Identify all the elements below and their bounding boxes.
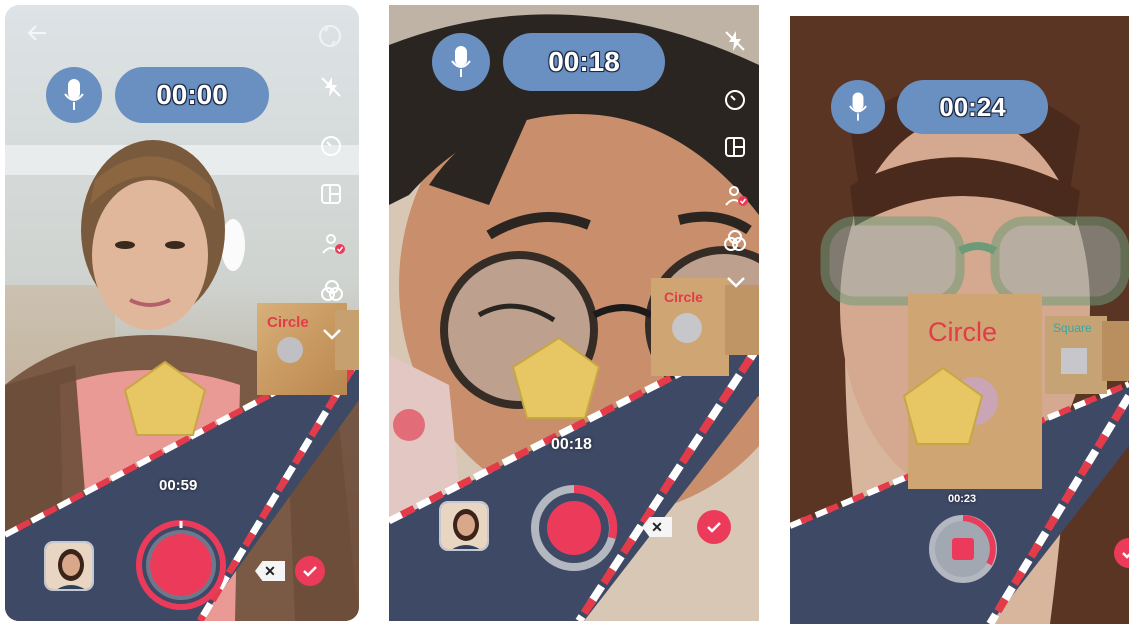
countdown-label: 00:59 <box>159 477 198 494</box>
camera-screen-2: Circle 00:18 00:18 ✕ <box>389 5 759 621</box>
microphone-icon <box>451 46 471 77</box>
back-arrow-icon[interactable] <box>23 19 51 47</box>
speed-timer-icon[interactable] <box>721 85 749 113</box>
checkmark-icon <box>1122 552 1129 559</box>
camera-screen-1: Circle 00:00 00:59 ✕ <box>5 5 359 621</box>
recording-timer: 00:00 <box>115 67 269 123</box>
layout-grid-icon[interactable] <box>721 133 749 161</box>
block-label: Circle <box>928 317 998 347</box>
record-button[interactable] <box>135 519 227 611</box>
chevron-down-icon[interactable] <box>318 320 346 348</box>
chevron-down-icon[interactable] <box>722 268 750 296</box>
filters-icon[interactable] <box>318 277 346 305</box>
block-label: Circle <box>664 289 703 305</box>
recording-timer: 00:18 <box>503 33 665 91</box>
filters-icon[interactable] <box>721 227 749 255</box>
microphone-icon <box>849 92 867 121</box>
layout-grid-icon[interactable] <box>317 180 345 208</box>
microphone-button[interactable] <box>46 67 102 123</box>
checkmark-icon <box>303 566 317 577</box>
countdown-label: 00:23 <box>948 493 977 505</box>
microphone-button[interactable] <box>831 80 885 134</box>
microphone-button[interactable] <box>432 33 490 91</box>
confirm-button[interactable] <box>295 556 325 586</box>
avatar <box>46 543 92 589</box>
avatar <box>441 503 487 549</box>
gallery-thumbnail[interactable] <box>44 541 94 591</box>
gallery-thumbnail[interactable] <box>439 501 489 551</box>
microphone-icon <box>64 79 84 110</box>
stop-icon <box>952 538 974 560</box>
face-effect-icon[interactable] <box>722 182 750 210</box>
flip-camera-icon[interactable] <box>316 22 344 50</box>
stop-record-button[interactable] <box>927 513 999 585</box>
block-label: Circle <box>267 314 309 331</box>
confirm-button[interactable] <box>697 510 731 544</box>
checkmark-icon <box>707 522 721 533</box>
camera-screen-3: Circle Square 00:24 00:23 <box>790 16 1129 624</box>
block-label-secondary: Square <box>1053 321 1092 335</box>
flash-off-icon[interactable] <box>721 27 749 55</box>
record-button[interactable] <box>530 484 618 572</box>
countdown-label: 00:18 <box>551 436 592 453</box>
speed-timer-icon[interactable] <box>317 131 345 159</box>
recording-timer: 00:24 <box>897 80 1048 134</box>
face-effect-icon[interactable] <box>319 230 347 258</box>
flash-off-icon[interactable] <box>317 73 345 101</box>
